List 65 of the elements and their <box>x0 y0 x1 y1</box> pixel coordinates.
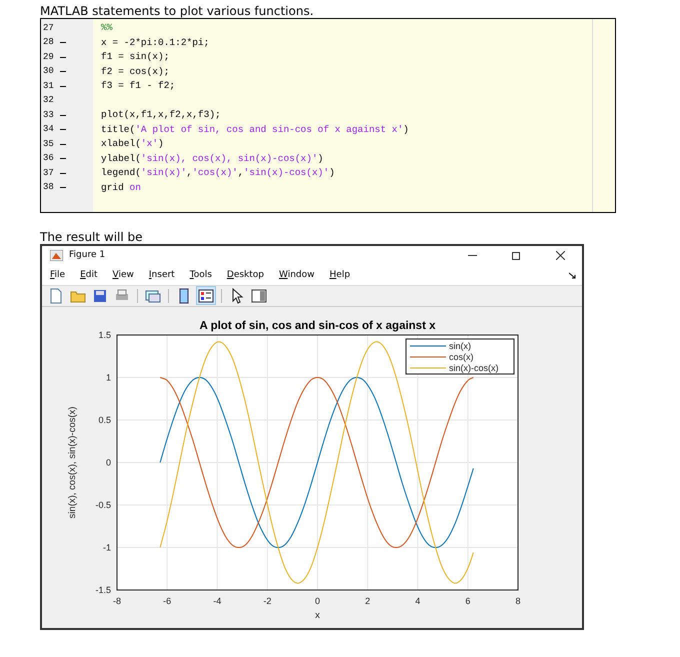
dock-arrow-icon[interactable] <box>569 272 576 279</box>
tick-label: 1.5 <box>98 330 111 340</box>
legend-label: sin(x)-cos(x) <box>449 362 498 373</box>
chart-title: A plot of sin, cos and sin-cos of x against x <box>200 320 436 332</box>
save-icon <box>92 288 108 304</box>
menu-item[interactable]: Edit <box>80 269 98 282</box>
menu-item[interactable]: Help <box>330 269 350 282</box>
line-number: 31 <box>43 80 54 92</box>
tick-label: -8 <box>113 596 121 606</box>
tick-label: 0 <box>106 457 111 468</box>
code-line: x = -2*pi:0.1:2*pi; <box>101 36 210 50</box>
line-number: 38 <box>43 181 54 194</box>
code-line: f2 = cos(x); <box>101 64 170 79</box>
window-icon <box>145 288 161 304</box>
line-number: 33 <box>43 108 54 122</box>
line-number: 30 <box>43 65 54 78</box>
line-number: 34 <box>43 123 54 136</box>
tick-label: 0 <box>315 596 320 606</box>
tick-label: 0.5 <box>98 414 111 425</box>
code-line: title('A plot of sin, cos and sin-cos of x against x') <box>101 122 409 137</box>
toolbar-button[interactable] <box>196 286 216 306</box>
new-file-icon <box>48 288 64 304</box>
tick-label: -6 <box>163 596 172 606</box>
line-number: 28 <box>43 36 54 49</box>
code-line: grid on <box>101 180 141 195</box>
heading-text: MATLAB statements to plot various functions. <box>40 4 315 18</box>
code-line: plot(x,f1,x,f2,x,f3); <box>101 108 221 122</box>
code-line: ylabel('sin(x), cos(x), sin(x)-cos(x)') <box>101 152 324 166</box>
tick-label: -1.5 <box>95 584 111 595</box>
menu-item[interactable]: Tools <box>190 269 212 282</box>
line-number: 36 <box>43 152 54 165</box>
panel-icon <box>251 288 267 304</box>
line-number: 32 <box>43 94 54 107</box>
line-number: 29 <box>43 50 54 64</box>
tick-label: -2 <box>263 596 272 606</box>
code-line: xlabel('x') <box>101 137 164 152</box>
code-line: f3 = f1 - f2; <box>101 79 176 94</box>
tick-label: -0.5 <box>95 500 111 510</box>
axis-label: sin(x), cos(x), sin(x)-cos(x) <box>67 406 78 518</box>
line-number: 27 <box>43 22 54 34</box>
menu-item[interactable]: Insert <box>148 269 175 282</box>
tick-label: -1 <box>102 542 111 552</box>
legend-label: cos(x) <box>449 352 474 362</box>
menu-item[interactable]: View <box>112 269 134 282</box>
tick-label: 8 <box>516 596 520 606</box>
matlab-logo-icon <box>50 250 63 262</box>
legend-icon <box>198 288 214 304</box>
code-line: f1 = sin(x); <box>101 50 170 64</box>
menu-item[interactable]: File <box>50 269 66 282</box>
code-line: legend('sin(x)','cos(x)','sin(x)-cos(x)') <box>101 166 335 180</box>
window-title: Figure 1 <box>69 249 106 262</box>
tick-label: -4 <box>213 596 222 606</box>
tick-label: 6 <box>465 596 470 606</box>
line-number: 35 <box>43 138 54 150</box>
intro-text: The result will be <box>40 230 144 244</box>
code-line: %% <box>101 21 112 36</box>
tick-label: 2 <box>365 596 370 606</box>
tick-label: 1 <box>106 372 111 382</box>
close-icon <box>556 251 564 260</box>
menu-item[interactable]: Desktop <box>226 269 264 282</box>
tick-label: 4 <box>415 596 420 606</box>
menu-item[interactable]: Window <box>279 269 315 282</box>
legend-label: sin(x) <box>449 340 471 351</box>
line-number: 37 <box>43 166 54 180</box>
axis-label: x <box>315 610 320 621</box>
